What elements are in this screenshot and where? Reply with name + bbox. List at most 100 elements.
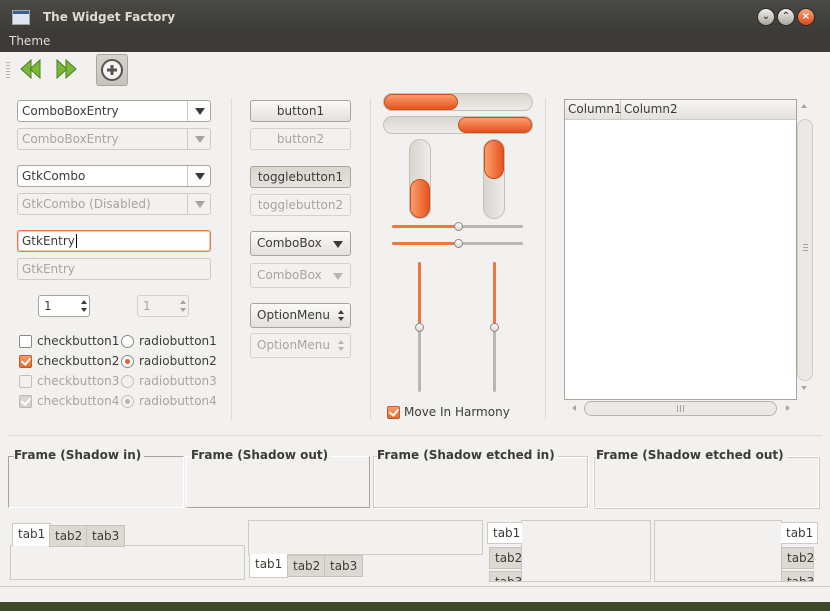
togglebutton2: togglebutton2 xyxy=(250,194,351,216)
close-icon[interactable]: × xyxy=(798,9,814,25)
add-button[interactable] xyxy=(96,54,128,86)
scale-horizontal-2[interactable] xyxy=(392,239,523,248)
button1[interactable]: button1 xyxy=(250,100,351,122)
fast-forward-button[interactable] xyxy=(51,54,81,84)
scale-vertical-1-fill xyxy=(418,262,421,327)
scale-vertical-1[interactable] xyxy=(415,262,424,392)
notebook-left-tab2[interactable]: tab2 xyxy=(489,547,522,569)
combobox-entry[interactable]: ComboBoxEntry xyxy=(17,100,211,122)
gtk-combo[interactable]: GtkCombo xyxy=(17,165,211,187)
radiobutton4-label: radiobutton4 xyxy=(139,394,217,408)
scroll-left-icon[interactable] xyxy=(572,405,576,411)
scale-horizontal-1-knob[interactable] xyxy=(454,222,463,231)
menu-item-theme[interactable]: Theme xyxy=(9,34,50,48)
checkbutton4-label: checkbutton4 xyxy=(37,394,120,408)
spin-disabled-up-icon xyxy=(180,300,186,304)
checkbutton2-label: checkbutton2 xyxy=(37,354,120,368)
notebook-bottom-tab1[interactable]: tab1 xyxy=(249,554,289,578)
combobox-entry-disabled-dropdown-icon xyxy=(187,129,210,149)
notebook-right-tab2[interactable]: tab2 xyxy=(781,547,814,569)
add-circle-icon xyxy=(101,59,123,81)
scale-horizontal-1-fill xyxy=(392,225,458,228)
combobox-entry-disabled-value: ComboBoxEntry xyxy=(22,132,119,146)
notebook-right-tab1[interactable]: tab1 xyxy=(781,522,818,544)
gtk-combo-dropdown-icon[interactable] xyxy=(187,166,210,186)
notebook-right-tab3[interactable]: tab3 xyxy=(781,571,814,582)
spin-button-value: 1 xyxy=(44,299,52,313)
column-header-1[interactable]: Column1 xyxy=(565,100,622,120)
radiobutton1-circle[interactable] xyxy=(121,335,134,348)
spin-up-icon[interactable] xyxy=(81,300,87,304)
optionmenu-disabled-down-icon xyxy=(338,347,344,351)
gtk-entry-disabled-value: GtkEntry xyxy=(22,262,75,276)
checkbutton1-label: checkbutton1 xyxy=(37,334,120,348)
column-separator xyxy=(231,98,232,420)
optionmenu-disabled-up-icon xyxy=(338,340,344,344)
main-window: The Widget Factory ⌄ ⌃ × Theme ComboBoxE… xyxy=(0,0,830,602)
gtk-combo-disabled-value: GtkCombo (Disabled) xyxy=(22,197,151,211)
radiobutton4-circle xyxy=(121,395,134,408)
scroll-right-icon[interactable] xyxy=(786,405,790,411)
optionmenu-disabled-value: OptionMenu xyxy=(257,338,330,352)
gtk-entry-disabled: GtkEntry xyxy=(17,258,211,280)
window-title: The Widget Factory xyxy=(43,10,176,24)
column-separator xyxy=(545,98,546,420)
title-bar[interactable]: The Widget Factory ⌄ ⌃ × xyxy=(0,0,830,32)
optionmenu-up-icon xyxy=(338,310,344,314)
combobox-dropdown-icon xyxy=(333,241,343,248)
notebook-top-panel xyxy=(10,545,245,580)
maximize-icon[interactable]: ⌃ xyxy=(778,9,794,25)
vertical-scrollbar[interactable] xyxy=(797,119,813,381)
gtk-entry-value: GtkEntry xyxy=(22,234,75,248)
combobox-button[interactable]: ComboBox xyxy=(250,231,351,256)
optionmenu-button[interactable]: OptionMenu xyxy=(250,303,351,328)
toolbar-grip-icon[interactable] xyxy=(6,62,10,78)
gtk-entry[interactable]: GtkEntry xyxy=(17,230,211,252)
menu-bar: Theme xyxy=(0,32,830,52)
progress-bar-horizontal-2 xyxy=(383,116,533,134)
notebook-left-tab1[interactable]: tab1 xyxy=(487,522,522,544)
rewind-icon xyxy=(20,58,41,80)
scale-vertical-2-knob[interactable] xyxy=(490,323,499,332)
checkbutton3-label: checkbutton3 xyxy=(37,374,120,388)
notebook-left-tab3[interactable]: tab3 xyxy=(489,571,522,582)
rewind-button[interactable] xyxy=(17,54,47,84)
horizontal-scrollbar[interactable] xyxy=(584,401,777,416)
notebook-top-tab1[interactable]: tab1 xyxy=(12,523,52,546)
notebook-bottom-tab2[interactable]: tab2 xyxy=(287,555,327,577)
scale-vertical-1-knob[interactable] xyxy=(415,323,424,332)
progress-bar-horizontal-2-fill xyxy=(458,117,532,133)
button2: button2 xyxy=(250,128,351,150)
combobox-entry-dropdown-icon[interactable] xyxy=(187,101,210,121)
notebook-bottom-panel xyxy=(248,520,483,555)
notebook-top-tab3[interactable]: tab3 xyxy=(86,525,126,547)
progress-bar-vertical-1 xyxy=(409,139,431,219)
notebook-bottom-tab3[interactable]: tab3 xyxy=(324,555,364,577)
notebook-top-tab2[interactable]: tab2 xyxy=(49,525,89,547)
radiobutton1-label: radiobutton1 xyxy=(139,334,217,348)
scale-horizontal-2-knob[interactable] xyxy=(454,239,463,248)
text-cursor xyxy=(75,234,77,248)
spin-down-icon[interactable] xyxy=(81,308,87,312)
spin-button[interactable]: 1 xyxy=(38,295,90,317)
combobox-entry-value: ComboBoxEntry xyxy=(22,104,119,118)
move-in-harmony-checkbox[interactable] xyxy=(387,406,400,419)
progress-bar-vertical-2-fill xyxy=(484,140,504,179)
combobox-disabled-value: ComboBox xyxy=(257,268,322,282)
scale-vertical-2[interactable] xyxy=(490,262,499,392)
move-in-harmony-label: Move In Harmony xyxy=(404,405,510,419)
column-header-2[interactable]: Column2 xyxy=(621,100,796,120)
checkbutton1-box[interactable] xyxy=(19,335,32,348)
fast-forward-icon xyxy=(56,58,77,80)
scroll-up-icon[interactable] xyxy=(801,104,807,108)
scale-horizontal-1[interactable] xyxy=(392,222,523,231)
minimize-icon[interactable]: ⌄ xyxy=(758,9,774,25)
togglebutton1[interactable]: togglebutton1 xyxy=(250,166,351,188)
gtk-combo-value: GtkCombo xyxy=(22,169,86,183)
tree-view[interactable]: Column1 Column2 xyxy=(564,99,797,400)
spin-button-disabled: 1 xyxy=(137,295,189,317)
checkbutton2-box[interactable] xyxy=(19,355,32,368)
radiobutton2-circle[interactable] xyxy=(121,355,134,368)
scroll-down-icon[interactable] xyxy=(801,386,807,390)
combobox-disabled: ComboBox xyxy=(250,263,351,288)
